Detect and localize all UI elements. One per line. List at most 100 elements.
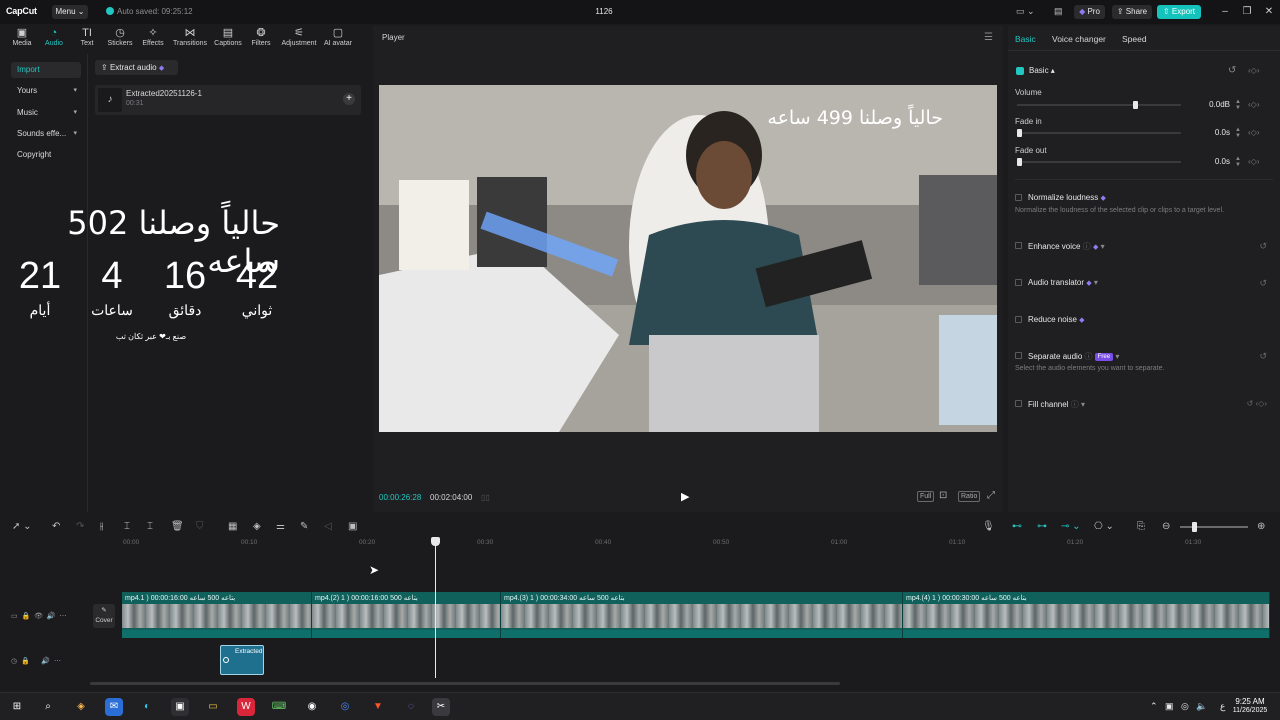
fade-in-keyframe-icon[interactable]: ‹◇› [1248,128,1259,137]
export-button[interactable]: ⇧ Export [1157,5,1201,19]
basic-checkbox[interactable] [1016,67,1024,75]
video-clip[interactable]: mp4.1 ) بتاعه 500 ساعه 00:00:16:00 [122,592,312,638]
obs-icon[interactable]: ◉ [303,698,321,716]
reduce-noise-checkbox[interactable] [1015,316,1022,323]
terminal-icon[interactable]: ⌨ [270,698,288,716]
full-quality-button[interactable]: Full [917,491,935,502]
project-title[interactable]: 1126 [580,7,628,16]
audio-translator-checkbox[interactable] [1015,279,1022,286]
sidebar-item-music[interactable]: Music ▾ [11,105,81,121]
tray-chevron-icon[interactable]: ⌃ [1150,701,1158,712]
enhance-voice-checkbox[interactable] [1015,242,1022,249]
reset-icon[interactable]: ↺ [1259,241,1267,252]
copilot-icon[interactable]: ◈ [72,698,90,716]
magnet-icon[interactable]: ⊷ [1012,521,1022,533]
tab-ai-avatar[interactable]: ▢ AI avatar [322,27,354,47]
file-explorer-icon[interactable]: ▭ [204,698,222,716]
add-to-timeline-icon[interactable]: + [343,93,355,105]
pro-button[interactable]: ◆ Pro [1074,5,1105,19]
microphone-icon[interactable]: 🎙 [982,521,995,533]
preview-axis-icon[interactable]: ⊸ ⌄ [1061,521,1081,533]
ai-edit-icon[interactable]: ◈ [253,521,261,533]
audio-clip[interactable]: Extracted [220,645,264,675]
audio-split-icon[interactable]: ◁ [324,521,332,533]
messenger-icon[interactable]: ◌ [402,698,420,716]
brave-icon[interactable]: ▼ [369,698,387,716]
caption-tool-icon[interactable]: ▣ [348,521,357,533]
player-menu-icon[interactable]: ☰ [984,32,993,43]
fill-channel-checkbox[interactable] [1015,400,1022,407]
close-icon[interactable]: ✕ [1261,4,1277,20]
tray-apps-icon[interactable]: ▣ [1165,701,1174,712]
fade-out-stepper[interactable]: ▲ ▼ [1235,156,1241,168]
network-icon[interactable]: ◎ [1181,701,1189,712]
tab-text[interactable]: TI Text [76,27,98,47]
split-left-icon[interactable]: ⌶ [124,521,130,533]
select-tool-icon[interactable]: ➚ ⌄ [12,521,32,533]
play-icon[interactable]: ▶ [681,490,689,503]
reset-icon[interactable]: ↺ [1259,351,1267,362]
normalize-loudness-checkbox[interactable] [1015,194,1022,201]
volume-value[interactable]: 0.0dB [1186,100,1230,109]
fade-in-stepper[interactable]: ▲ ▼ [1235,127,1241,139]
fade-out-slider-thumb[interactable] [1017,158,1022,166]
sidebar-item-import[interactable]: Import [11,62,81,78]
tab-adjustment[interactable]: ⚟ Adjustment [279,27,319,47]
menu-button[interactable]: Menu ⌄ [52,5,88,19]
undo-icon[interactable]: ↶ [52,521,60,533]
zoom-in-icon[interactable]: ⊕ [1257,521,1265,533]
fade-in-slider-thumb[interactable] [1017,129,1022,137]
ratio-button[interactable]: Ratio [958,491,981,502]
zoom-slider[interactable] [1180,526,1248,528]
chrome-icon[interactable]: ◎ [336,698,354,716]
link-icon[interactable]: ⊶ [1037,521,1047,533]
tab-voice-changer[interactable]: Voice changer [1052,34,1106,44]
fade-out-slider[interactable] [1017,158,1181,166]
video-clip[interactable]: mp4.(2) 1 ) بتاعه 500 00:00:16:00 [312,592,501,638]
fade-in-slider[interactable] [1017,129,1181,137]
language-indicator[interactable]: ع [1220,701,1225,712]
video-clip[interactable]: mp4.(3) 1 ) بتاعه 500 ساعه 00:00:34:00 [501,592,903,638]
fullscreen-icon[interactable]: ⤢ [987,490,995,501]
fill-channel-controls[interactable]: ↺ ‹◇› [1247,399,1267,408]
zoom-out-icon[interactable]: ⊖ [1162,521,1170,533]
mask-icon[interactable]: ⛉ [196,521,204,533]
tab-captions[interactable]: ▤ Captions [212,27,244,47]
reset-icon[interactable]: ↺ [1228,65,1236,76]
sidebar-item-sound-effects[interactable]: Sounds effe... ▾ [11,126,81,142]
volume-icon[interactable]: 🔈 [1196,701,1207,712]
store-icon[interactable]: ▣ [171,698,189,716]
chevron-down-icon[interactable]: ▾ [1115,352,1119,361]
clip-handle-icon[interactable] [223,657,229,663]
layout-icon[interactable]: ▭ ⌄ [1016,6,1035,17]
basic-section-toggle[interactable]: Basic ▴ [1029,66,1055,75]
chevron-down-icon[interactable]: ▾ [1101,242,1105,251]
volume-stepper[interactable]: ▲ ▼ [1235,99,1241,111]
clock-date[interactable]: 11/26/2025 [1230,707,1270,714]
split-right-icon[interactable]: ⌶ [147,521,153,533]
minimize-icon[interactable]: – [1217,4,1233,20]
tab-audio[interactable]: ◔ Audio [42,27,66,47]
fade-out-keyframe-icon[interactable]: ‹◇› [1248,157,1259,166]
tab-filters[interactable]: ❂ Filters [249,27,273,47]
video-track-controls[interactable]: ▭ 🔒 👁 🔊 ⋯ [11,612,67,620]
keyframe-icon[interactable]: ‹◇› [1248,66,1259,75]
extract-audio-button[interactable]: ⇪ Extract audio ◆ [95,60,178,75]
timeline-ruler[interactable]: 00:00 00:10 00:20 00:30 00:40 00:50 01:0… [120,539,1280,551]
adjust-icon[interactable]: ⚌ [276,521,285,533]
video-clip[interactable]: mp4.(4) 1 ) بتاعه 500 ساعه 00:00:30:00 [903,592,1270,638]
volume-slider[interactable] [1017,101,1181,109]
tab-speed[interactable]: Speed [1122,34,1147,44]
mail-icon[interactable]: ✉ [105,698,123,716]
playhead[interactable] [435,538,436,678]
sidebar-item-yours[interactable]: Yours ▾ [11,83,81,99]
tab-media[interactable]: ▣ Media [10,27,34,47]
share-button[interactable]: ⇪ Share [1112,5,1152,19]
shortcuts-icon[interactable]: ▤ [1054,6,1063,17]
volume-slider-thumb[interactable] [1133,101,1139,109]
freeze-icon[interactable]: ▦ [228,521,237,533]
clock-time[interactable]: 9:25 AM [1230,697,1270,706]
fade-out-value[interactable]: 0.0s [1186,157,1230,166]
zoom-slider-thumb[interactable] [1192,522,1197,532]
maximize-icon[interactable]: ❐ [1239,4,1255,20]
